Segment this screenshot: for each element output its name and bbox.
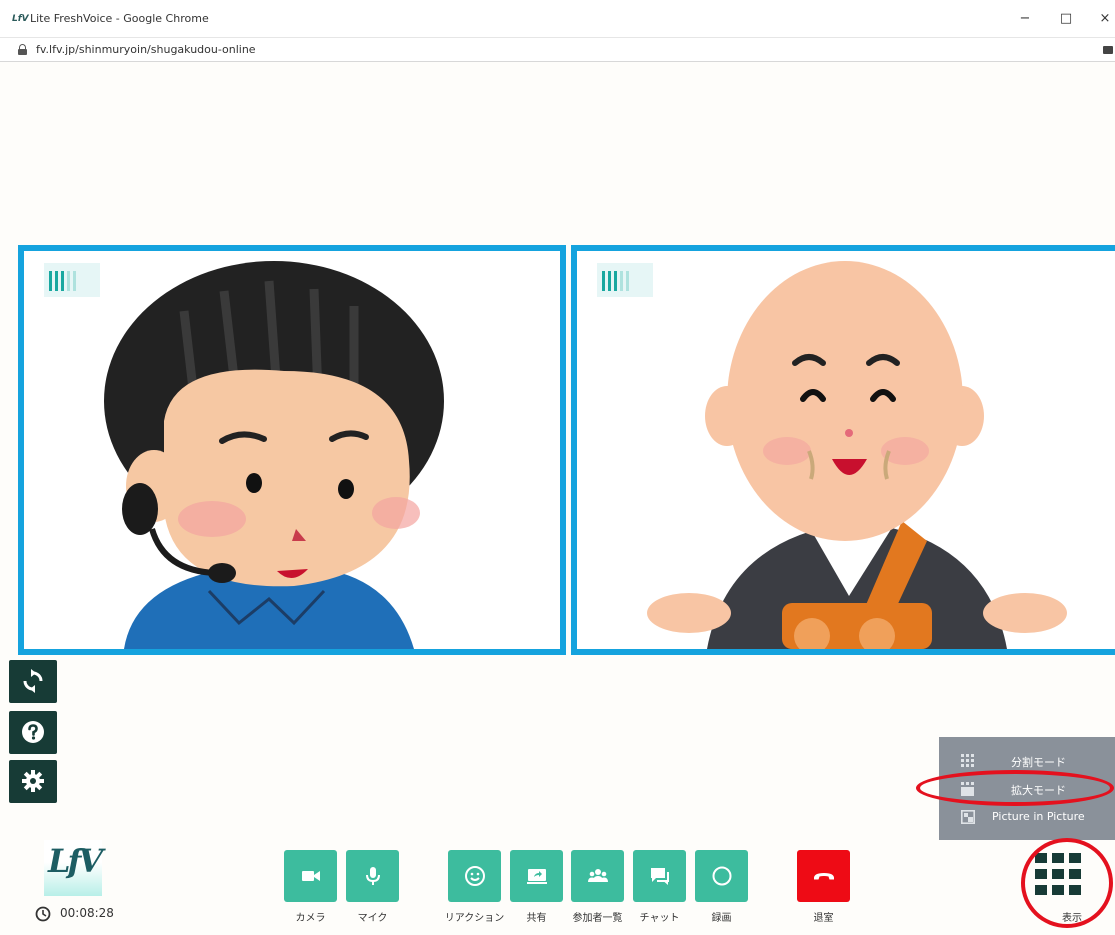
help-icon	[22, 721, 44, 743]
camera-label: カメラ	[295, 913, 326, 924]
window-title: Lite FreshVoice - Google Chrome	[30, 12, 209, 25]
reaction-button[interactable]	[448, 850, 501, 902]
mic-label: マイク	[357, 913, 388, 924]
chat-label: チャット	[639, 913, 680, 924]
screen-share-icon	[527, 869, 547, 884]
help-button[interactable]	[9, 711, 57, 754]
video-camera-icon	[302, 871, 320, 881]
participants-button[interactable]	[571, 850, 624, 902]
participant-tile-right[interactable]	[571, 245, 1115, 655]
chat-button[interactable]	[633, 850, 686, 902]
url-text[interactable]: fv.lfv.jp/shinmuryoin/shugakudou-online	[36, 43, 256, 56]
mic-button[interactable]	[346, 850, 399, 902]
audio-level-meter	[44, 263, 100, 297]
refresh-icon	[23, 669, 43, 693]
hang-up-icon	[814, 873, 834, 880]
smiley-icon	[465, 866, 485, 886]
menu-item-label: Picture in Picture	[992, 810, 1085, 823]
enlarge-icon	[961, 782, 974, 796]
participant-avatar-monk	[647, 261, 1067, 649]
share-label: 共有	[526, 913, 547, 924]
call-timer: 00:08:28	[60, 906, 114, 920]
grid-icon	[961, 754, 974, 767]
reaction-label: リアクション	[444, 913, 505, 924]
settings-button[interactable]	[9, 760, 57, 803]
menu-item-label: 分割モード	[1011, 756, 1066, 769]
leave-button[interactable]	[797, 850, 850, 902]
participant-tile-left[interactable]	[18, 245, 566, 655]
audio-level-meter	[597, 263, 653, 297]
app-icon: LfV	[12, 14, 29, 24]
browser-titlebar: LfV Lite FreshVoice - Google Chrome − □ …	[0, 0, 1115, 38]
app-logo: LfV	[44, 840, 103, 896]
close-button[interactable]: ×	[1095, 10, 1115, 28]
pip-icon	[961, 810, 975, 824]
share-button[interactable]	[510, 850, 563, 902]
participant-avatar-headset	[104, 261, 444, 649]
participants-icon	[588, 869, 608, 882]
camera-button[interactable]	[284, 850, 337, 902]
menu-item-enlarge-mode[interactable]: 拡大モード	[939, 776, 1115, 802]
chat-icon	[651, 868, 669, 885]
minimize-button[interactable]: −	[1015, 10, 1035, 28]
menu-item-split-mode[interactable]: 分割モード	[939, 748, 1115, 774]
record-label: 録画	[711, 913, 732, 924]
camera-indicator-icon	[1103, 46, 1113, 54]
refresh-button[interactable]	[9, 660, 57, 703]
menu-item-picture-in-picture[interactable]: Picture in Picture	[939, 804, 1115, 830]
logo-text: LfV	[48, 842, 103, 880]
maximize-button[interactable]: □	[1056, 10, 1076, 28]
microphone-icon	[366, 867, 380, 885]
clock-icon	[35, 906, 51, 922]
view-mode-menu: 分割モード 拡大モード Picture in Picture	[939, 737, 1115, 840]
participants-label: 参加者一覧	[572, 913, 623, 924]
record-button[interactable]	[695, 850, 748, 902]
gear-icon	[22, 770, 44, 792]
menu-item-label: 拡大モード	[1011, 784, 1066, 797]
display-mode-button[interactable]	[1035, 853, 1095, 899]
leave-label: 退室	[813, 913, 834, 924]
lock-icon	[18, 44, 27, 55]
record-icon	[712, 866, 732, 886]
display-label: 表示	[1062, 913, 1082, 924]
